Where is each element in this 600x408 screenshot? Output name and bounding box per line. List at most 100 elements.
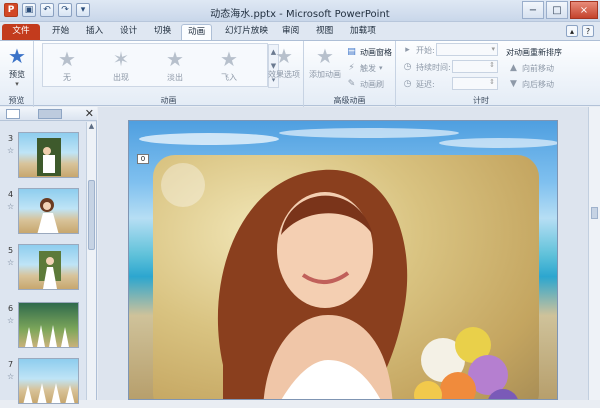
tab-addins[interactable]: 加载项 (344, 24, 382, 40)
couple-photo-icon (37, 138, 61, 176)
minimize-button[interactable]: − (522, 1, 544, 19)
animation-star-icon: ☆ (7, 372, 15, 381)
group-preview: ★ 预览 ▾ 预览 (0, 41, 34, 107)
help-icon[interactable]: ? (582, 25, 594, 37)
star-fly-in-icon: ★ (220, 47, 238, 71)
window-title: 动态海水.pptx - Microsoft PowerPoint (210, 9, 390, 20)
scrollbar-thumb[interactable] (88, 180, 95, 250)
scroll-up-icon[interactable]: ▲ (87, 122, 96, 131)
tab-review[interactable]: 审阅 (276, 24, 305, 40)
group-animation: ★ 无 ✶ 出现 ★ 淡出 ★ 飞入 ▲ ▼ ▾ ★ 效果选项 动画 (34, 41, 304, 107)
star-preview-icon: ★ (8, 44, 26, 68)
start-label: ▸ 开始: (402, 43, 434, 57)
trigger-icon: ⚡ (348, 63, 355, 73)
outline-tab[interactable] (38, 109, 62, 119)
add-animation-icon: ★ (316, 44, 334, 68)
delay-icon: ◷ (403, 79, 412, 89)
start-dropdown-icon: ▾ (491, 45, 495, 53)
anim-none-button[interactable]: ★ 无 (47, 47, 87, 88)
move-later-button[interactable]: ▼ 向后移动 (508, 77, 554, 91)
anim-fly-in-button[interactable]: ★ 飞入 (209, 47, 249, 88)
slide-editor: 0 (98, 107, 588, 400)
tab-home[interactable]: 开始 (46, 24, 75, 40)
tab-animations[interactable]: 动画 (181, 24, 213, 40)
star-none-icon: ★ (58, 47, 76, 71)
group-label-advanced: 高级动画 (333, 96, 366, 105)
group-advanced-animation: ★ 添加动画 ▤ 动画窗格 ⚡ 触发 ▾ ✎ 动画刷 高级动画 (304, 41, 396, 107)
duration-spin-icon: ⇕ (489, 61, 495, 69)
group-photo-icon (23, 383, 75, 403)
slide-thumbnail-image (18, 358, 79, 404)
tab-insert[interactable]: 插入 (80, 24, 109, 40)
effect-options-button[interactable]: ★ 效果选项 (266, 44, 302, 85)
delay-label: ◷ 延迟: (403, 79, 435, 89)
slide-scrollbar-thumb[interactable] (591, 207, 598, 219)
duration-input[interactable]: ⇕ (452, 60, 498, 73)
thumbnail-7[interactable]: 7 ☆ (0, 358, 86, 408)
group-timing: ▸ 开始: ▾ ◷ 持续时间: ⇕ ◷ 延迟: ⇕ 对动画重新排序 ▲ 向前移动… (396, 41, 566, 107)
window-controls: − □ × (522, 1, 598, 19)
bride-photo[interactable] (153, 155, 539, 399)
close-button[interactable]: × (570, 1, 598, 19)
slide-thumbnail-image (18, 132, 79, 178)
animation-gallery[interactable]: ★ 无 ✶ 出现 ★ 淡出 ★ 飞入 ▲ ▼ ▾ (42, 43, 279, 88)
delay-input[interactable]: ⇕ (452, 77, 498, 90)
thumbnail-4[interactable]: 4 ☆ (0, 188, 86, 238)
tab-slideshow[interactable]: 幻灯片放映 (219, 24, 274, 40)
slide-thumbnail-image (18, 244, 79, 290)
ribbon-tab-icons: ▴ ? (566, 25, 594, 37)
group-photo-icon (25, 325, 69, 347)
thumbnail-6[interactable]: 6 ☆ (0, 302, 86, 352)
animation-star-icon: ☆ (7, 146, 15, 155)
delay-spin-icon: ⇕ (489, 78, 495, 86)
animation-star-icon: ☆ (7, 316, 15, 325)
bride-photo-icon (37, 198, 59, 233)
move-earlier-icon: ▲ (510, 63, 517, 73)
current-slide[interactable]: 0 (128, 120, 558, 400)
add-animation-button[interactable]: ★ 添加动画 (306, 44, 344, 85)
title-bar: P ▣ ↶ ↷ ▾ 动态海水.pptx - Microsoft PowerPoi… (0, 0, 600, 22)
animation-star-icon: ☆ (7, 258, 15, 267)
tab-view[interactable]: 视图 (310, 24, 339, 40)
animation-painter-icon: ✎ (347, 79, 356, 89)
animation-painter-button[interactable]: ✎ 动画刷 (346, 77, 384, 91)
slide-scrollbar[interactable] (588, 107, 600, 400)
group-label-timing: 计时 (473, 96, 489, 105)
star-fade-icon: ★ (166, 47, 184, 71)
reorder-title: 对动画重新排序 (506, 47, 562, 57)
animation-order-badge[interactable]: 0 (137, 154, 149, 164)
slide-thumbnail-image (18, 188, 79, 234)
tab-design[interactable]: 设计 (114, 24, 143, 40)
anim-appear-button[interactable]: ✶ 出现 (101, 47, 141, 88)
anim-fade-button[interactable]: ★ 淡出 (155, 47, 195, 88)
minimize-ribbon-icon[interactable]: ▴ (566, 25, 578, 37)
animation-pane-button[interactable]: ▤ 动画窗格 (346, 45, 392, 59)
tab-file[interactable]: 文件 (2, 24, 40, 40)
start-select[interactable]: ▾ (436, 43, 498, 56)
dropdown-arrow-icon: ▾ (15, 80, 19, 88)
preview-button[interactable]: ★ 预览 ▾ (0, 44, 34, 88)
duration-icon: ◷ (403, 62, 412, 72)
group-label-animation: 动画 (160, 96, 177, 105)
slide-thumbnail-image (18, 302, 79, 348)
slide-thumbnail-pane: ✕ 3 ☆ 4 ☆ 5 ☆ 6 ☆ 7 ☆ ▲ (0, 107, 97, 404)
slides-tab[interactable] (6, 109, 20, 119)
group-label-preview: 预览 (8, 96, 25, 105)
thumbnail-3[interactable]: 3 ☆ (0, 132, 86, 182)
bride-photo-icon (39, 251, 61, 289)
trigger-button[interactable]: ⚡ 触发 ▾ (346, 61, 383, 75)
animation-pane-icon: ▤ (347, 47, 356, 57)
animation-star-icon: ☆ (7, 202, 15, 211)
thumbnail-scrollbar[interactable]: ▲ (86, 122, 96, 400)
thumbnail-list: 3 ☆ 4 ☆ 5 ☆ 6 ☆ 7 ☆ (0, 122, 86, 404)
start-icon: ▸ (405, 45, 410, 55)
thumbnail-5[interactable]: 5 ☆ (0, 244, 86, 294)
trigger-dropdown-icon: ▾ (379, 64, 383, 72)
move-earlier-button[interactable]: ▲ 向前移动 (508, 61, 554, 75)
ribbon-tabs: 文件 开始 插入 设计 切换 动画 幻灯片放映 审阅 视图 加载项 ▴ ? (0, 22, 600, 40)
pane-close-icon[interactable]: ✕ (85, 107, 94, 120)
pane-header: ✕ (0, 107, 97, 121)
tab-transitions[interactable]: 切换 (148, 24, 177, 40)
star-appear-icon: ✶ (112, 47, 130, 71)
maximize-button[interactable]: □ (546, 1, 568, 19)
